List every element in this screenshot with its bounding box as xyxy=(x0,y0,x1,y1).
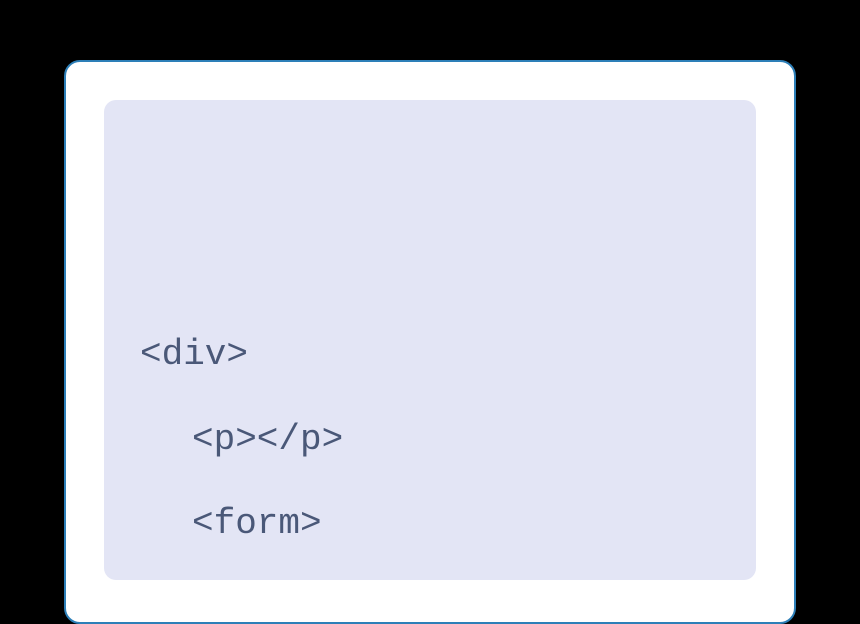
code-line-1: <div> xyxy=(140,313,720,398)
code-line-2: <p></p> xyxy=(140,398,720,483)
code-line-3: <form> xyxy=(140,482,720,567)
code-block: <div><p></p><form></form></div> xyxy=(104,100,756,580)
code-card: <div><p></p><form></form></div> xyxy=(64,60,796,624)
code-line-4: </form> xyxy=(140,567,720,580)
